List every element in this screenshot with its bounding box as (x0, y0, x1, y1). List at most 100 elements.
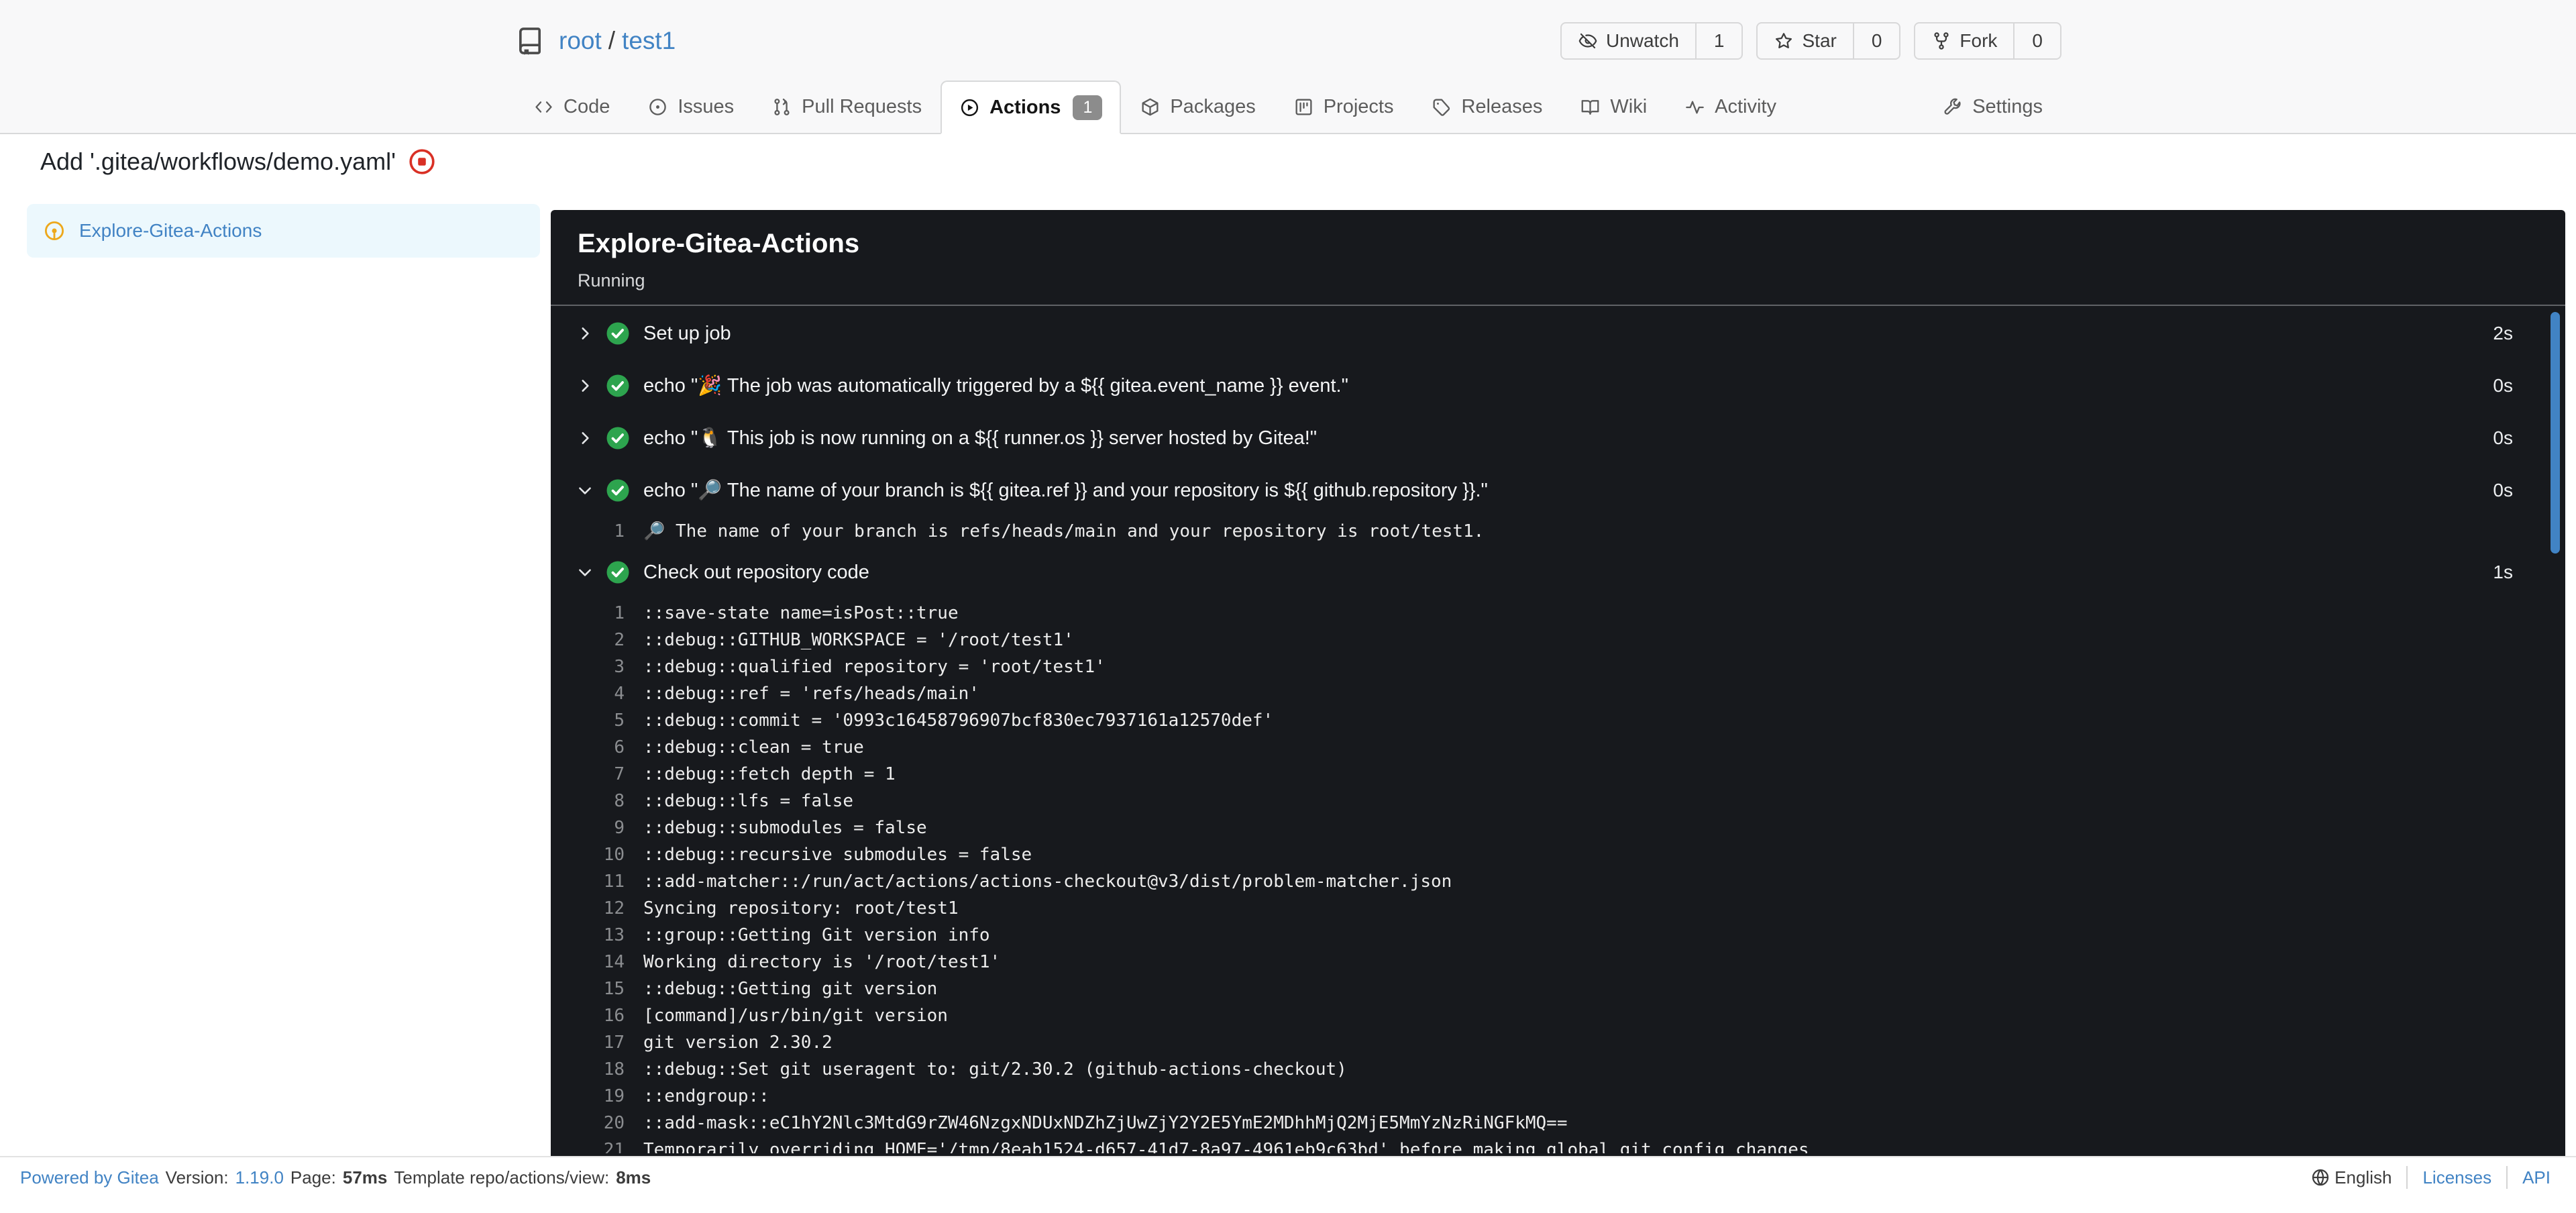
issue-icon (649, 98, 667, 115)
log-line: 21 Temporarily overriding HOME='/tmp/8eab… (603, 1140, 1809, 1153)
log-line: 6::debug::clean = true (614, 737, 864, 757)
job-log-panel: Explore-Gitea-Actions Running Set up job… (551, 210, 2565, 1156)
step-row-echo-trigger[interactable]: echo "🎉 The job was automatically trigge… (551, 360, 2565, 412)
check-circle-icon (606, 479, 629, 502)
check-circle-icon (606, 374, 629, 397)
tab-packages[interactable]: Packages (1121, 79, 1274, 133)
log-line: 12 Syncing repository: root/test1 (603, 898, 959, 918)
log-line: 2::debug::GITHUB_WORKSPACE = '/root/test… (614, 630, 1074, 650)
fork-count[interactable]: 0 (2013, 23, 2060, 58)
chevron-down-icon (579, 569, 591, 576)
powered-by-link[interactable]: Powered by Gitea (20, 1167, 159, 1188)
step-log-output: 1::save-state name=isPost::true 2::debug… (551, 598, 2565, 1153)
check-circle-icon (606, 322, 629, 345)
tab-issues[interactable]: Issues (629, 79, 753, 133)
repo-tabs-bar: Code Issues Pull Requests Actions 1 Pack… (0, 79, 2576, 134)
tab-releases[interactable]: Releases (1412, 79, 1561, 133)
tab-actions[interactable]: Actions 1 (941, 81, 1122, 134)
job-status: Running (578, 270, 645, 291)
step-duration: 0s (2493, 427, 2513, 448)
star-count[interactable]: 0 (1852, 23, 1900, 58)
watch-button-group: Unwatch 1 (1560, 22, 1743, 60)
job-log-steps: Set up job 2s echo "🎉 The job was automa… (551, 306, 2565, 1153)
repo-action-buttons: Unwatch 1 Star 0 Fork 0 (1560, 22, 2061, 60)
template-time: 8ms (616, 1167, 651, 1188)
code-icon (535, 101, 552, 113)
tab-settings[interactable]: Settings (1923, 79, 2061, 133)
tab-wiki[interactable]: Wiki (1561, 79, 1666, 133)
log-line: 10::debug::recursive submodules = false (603, 845, 1032, 865)
cancel-run-button[interactable] (408, 148, 436, 176)
footer-divider (2406, 1166, 2408, 1189)
unwatch-button[interactable]: Unwatch (1562, 23, 1695, 58)
run-view: Add '.gitea/workflows/demo.yaml' Explore… (0, 134, 2576, 1156)
version-link[interactable]: 1.19.0 (235, 1167, 284, 1188)
star-icon (1776, 33, 1792, 48)
log-scrollbar[interactable] (2551, 312, 2560, 553)
tab-projects[interactable]: Projects (1275, 79, 1413, 133)
repo-icon (515, 25, 545, 56)
step-row-echo-runner[interactable]: echo "🐧 This job is now running on a ${{… (551, 412, 2565, 464)
eye-slash-icon (1578, 33, 1597, 49)
step-duration: 2s (2493, 323, 2513, 344)
licenses-link[interactable]: Licenses (2422, 1167, 2491, 1188)
pull-request-icon (774, 98, 790, 115)
log-line: 7::debug::fetch depth = 1 (614, 764, 896, 784)
star-button-group: Star 0 (1756, 22, 1901, 60)
chevron-right-icon (582, 327, 589, 339)
log-line: 16 [command]/usr/bin/git version (603, 1006, 948, 1026)
log-line: 19::endgroup:: (603, 1086, 769, 1106)
fork-button-group: Fork 0 (1914, 22, 2061, 60)
tab-pull-requests[interactable]: Pull Requests (753, 79, 941, 133)
step-duration: 1s (2493, 562, 2513, 582)
book-open-icon (1581, 99, 1599, 115)
log-line: 8::debug::lfs = false (614, 791, 854, 811)
breadcrumb-separator: / (608, 27, 616, 54)
repo-header-band: root / test1 Unwatch 1 Star 0 Fork 0 Cod… (0, 0, 2576, 134)
step-duration: 0s (2493, 375, 2513, 396)
log-line: 17 git version 2.30.2 (603, 1033, 833, 1053)
step-duration: 0s (2493, 480, 2513, 500)
page-time-label: Page: (290, 1167, 336, 1188)
settings-wrench-icon (1944, 98, 1961, 115)
log-line: 9::debug::submodules = false (614, 818, 927, 838)
tag-icon (1433, 98, 1450, 116)
job-title: Explore-Gitea-Actions (578, 229, 860, 258)
star-button[interactable]: Star (1758, 23, 1852, 58)
log-line: 11::add-matcher::/run/act/actions/action… (603, 872, 1452, 892)
step-row-checkout[interactable]: Check out repository code 1s (551, 546, 2565, 598)
log-line: 5::debug::commit = '0993c16458796907bcf8… (614, 710, 1274, 731)
log-line: 3::debug::qualified repository = 'root/t… (614, 657, 1106, 677)
watch-count[interactable]: 1 (1695, 23, 1742, 58)
log-line: 20::add-mask::eC1hY2Nlc3MtdG9rZW46NzgxND… (603, 1113, 1568, 1133)
step-row-setup[interactable]: Set up job 2s (551, 307, 2565, 360)
job-list-item[interactable]: Explore-Gitea-Actions (27, 204, 540, 258)
fork-button[interactable]: Fork (1915, 23, 2013, 58)
job-running-icon (44, 221, 64, 241)
step-log-output: 1 🔎 The name of your branch is refs/heads… (551, 517, 2565, 546)
api-link[interactable]: API (2522, 1167, 2551, 1188)
tab-code[interactable]: Code (515, 79, 629, 133)
package-icon (1142, 98, 1159, 115)
log-line: 1::save-state name=isPost::true (614, 603, 959, 623)
chevron-down-icon (579, 487, 591, 494)
check-circle-icon (606, 427, 629, 450)
play-circle-icon (961, 99, 979, 116)
repo-header: root / test1 Unwatch 1 Star 0 Fork 0 (515, 0, 2061, 67)
template-time-label: Template repo/actions/view: (394, 1167, 610, 1188)
globe-icon (2312, 1169, 2329, 1186)
fork-icon (1934, 32, 1949, 50)
log-line: 18::debug::Set git useragent to: git/2.3… (603, 1059, 1347, 1079)
version-label: Version: (165, 1167, 229, 1188)
language-selector[interactable]: English (2310, 1167, 2392, 1188)
log-line: 4::debug::ref = 'refs/heads/main' (614, 684, 979, 704)
breadcrumb-repo-link[interactable]: test1 (622, 27, 676, 54)
breadcrumb-owner-link[interactable]: root (559, 27, 602, 54)
tab-activity[interactable]: Activity (1666, 79, 1795, 133)
project-icon (1295, 98, 1312, 115)
chevron-right-icon (582, 380, 589, 392)
step-row-echo-branch[interactable]: echo "🔎 The name of your branch is ${{ g… (551, 464, 2565, 517)
footer-divider (2506, 1166, 2508, 1189)
log-line: 13::group::Getting Git version info (603, 925, 990, 945)
page-time: 57ms (342, 1167, 388, 1188)
